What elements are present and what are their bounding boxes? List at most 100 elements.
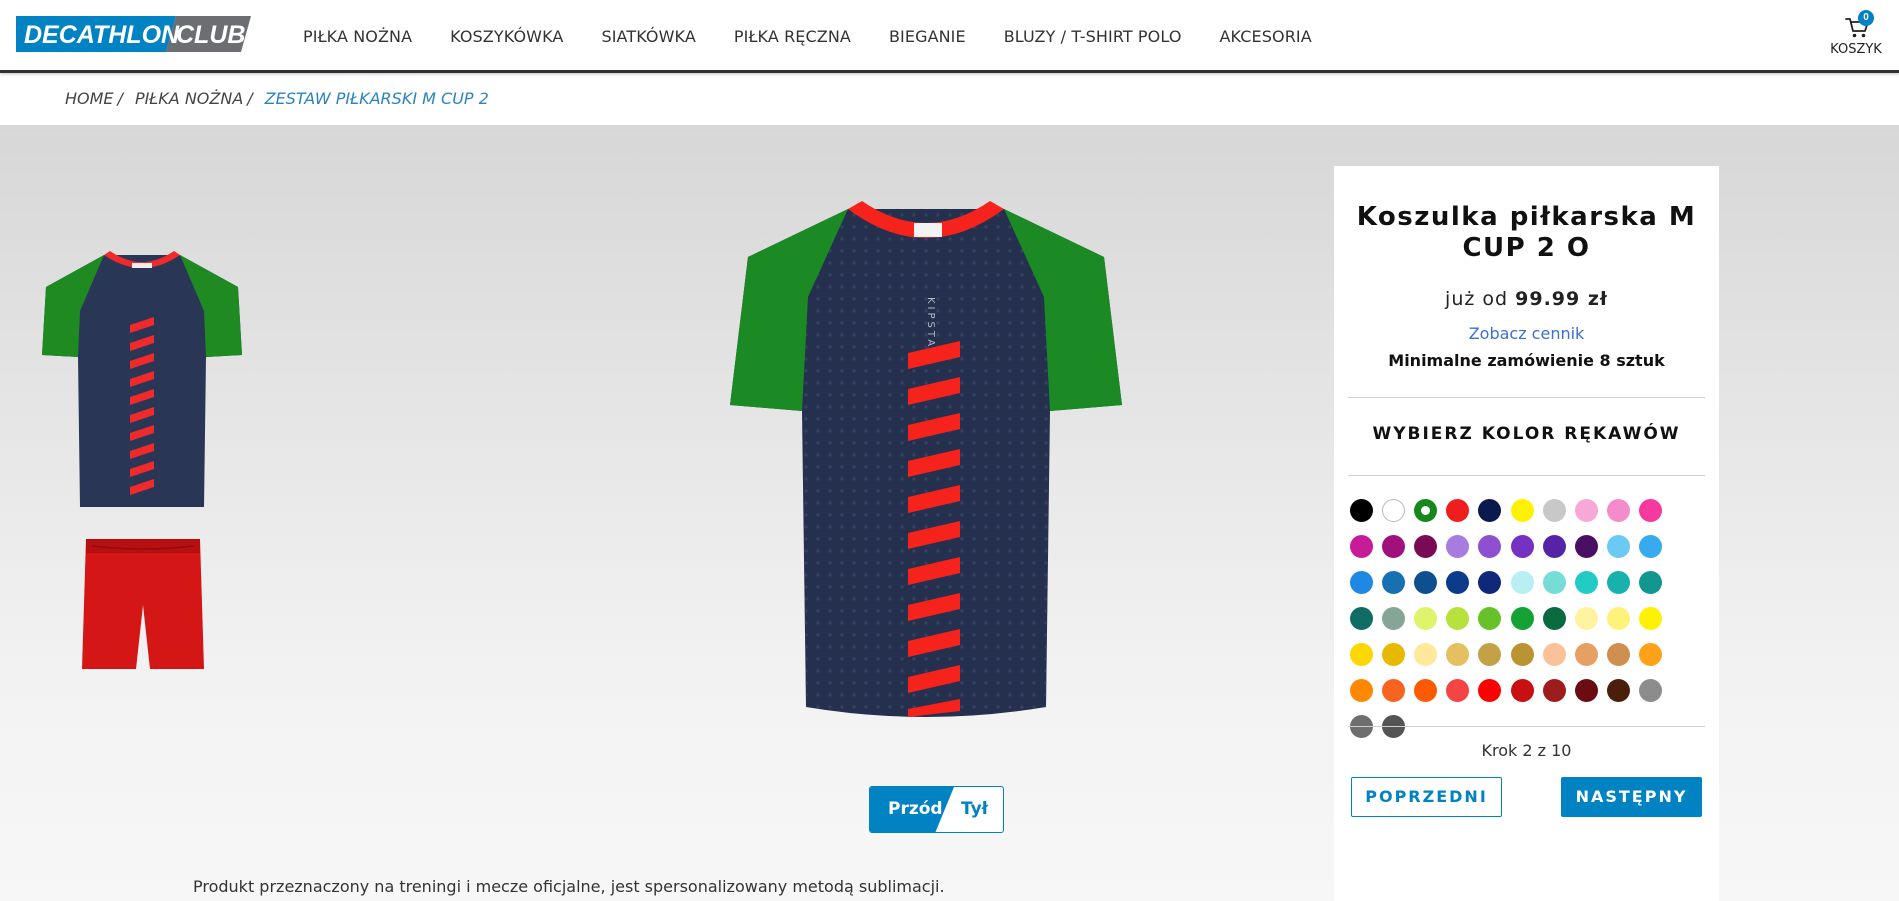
color-swatch[interactable] [1478, 643, 1502, 666]
configurator-panel: Koszulka piłkarska M CUP 2 O już od 99.9… [1334, 166, 1719, 901]
breadcrumb-bar: HOME / PIŁKA NOŻNA / ZESTAW PIŁKARSKI M … [0, 73, 1899, 125]
color-swatch[interactable] [1574, 571, 1598, 594]
price-line: już od 99.99 zł [1334, 288, 1719, 310]
breadcrumb: HOME / PIŁKA NOŻNA / ZESTAW PIŁKARSKI M … [65, 89, 489, 108]
color-swatch[interactable] [1510, 571, 1534, 594]
color-swatch[interactable] [1478, 499, 1502, 522]
price-value: 99.99 zł [1515, 288, 1608, 310]
breadcrumb-pilka-nozna[interactable]: PIŁKA NOŻNA [135, 89, 243, 108]
next-button[interactable]: NASTĘPNY [1561, 777, 1702, 817]
previous-button[interactable]: POPRZEDNI [1351, 777, 1502, 817]
color-swatch[interactable] [1350, 607, 1373, 630]
product-title: Koszulka piłkarska M CUP 2 O [1356, 202, 1697, 263]
decathlon-club-logo[interactable]: DECATHLON CLUB [16, 16, 251, 52]
color-swatch[interactable] [1638, 571, 1662, 594]
color-swatch[interactable] [1382, 571, 1406, 594]
svg-text:CLUB: CLUB [176, 21, 245, 49]
thumbnail-shirt[interactable] [42, 245, 242, 515]
color-swatch[interactable] [1414, 535, 1438, 558]
site-header: DECATHLON CLUB PIŁKA NOŻNA KOSZYKÓWKA SI… [0, 0, 1899, 73]
color-swatch[interactable] [1542, 535, 1566, 558]
color-swatch[interactable] [1478, 571, 1502, 594]
color-swatch[interactable] [1574, 607, 1598, 630]
cart-count-badge: 0 [1858, 10, 1874, 26]
section-title: WYBIERZ KOLOR RĘKAWÓW [1372, 424, 1681, 444]
color-swatch[interactable] [1414, 571, 1438, 594]
svg-text:DECATHLON: DECATHLON [24, 21, 180, 49]
color-swatch[interactable] [1542, 571, 1566, 594]
color-swatch[interactable] [1574, 679, 1598, 702]
color-swatch[interactable] [1542, 643, 1566, 666]
color-swatch[interactable] [1350, 643, 1373, 666]
color-swatch[interactable] [1382, 535, 1406, 558]
divider [1348, 726, 1705, 727]
color-swatch[interactable] [1478, 607, 1502, 630]
color-swatch[interactable] [1638, 607, 1662, 630]
nav-item-koszykowka[interactable]: KOSZYKÓWKA [450, 27, 563, 46]
color-swatch[interactable] [1414, 679, 1438, 702]
min-order-text: Minimalne zamówienie 8 sztuk [1388, 351, 1665, 370]
cart-button[interactable]: 0 KOSZYK [1829, 10, 1883, 62]
color-swatch[interactable] [1382, 679, 1406, 702]
color-swatch[interactable] [1350, 499, 1373, 522]
color-swatch[interactable] [1510, 607, 1534, 630]
nav-item-siatkowka[interactable]: SIATKÓWKA [601, 27, 695, 46]
step-indicator: Krok 2 z 10 [1481, 741, 1572, 760]
nav-item-pilka-reczna[interactable]: PIŁKA RĘCZNA [734, 27, 851, 46]
color-swatch[interactable] [1446, 535, 1470, 558]
color-swatch[interactable] [1350, 535, 1373, 558]
color-swatch[interactable] [1574, 499, 1598, 522]
thumbnail-shorts[interactable] [78, 535, 208, 675]
svg-text:KIPSTA: KIPSTA [925, 297, 936, 349]
color-swatch[interactable] [1478, 535, 1502, 558]
nav-item-bluzy-tshirt-polo[interactable]: BLUZY / T-SHIRT POLO [1004, 27, 1182, 46]
color-swatch[interactable] [1382, 499, 1406, 522]
color-swatch[interactable] [1638, 499, 1662, 522]
nav-item-pilka-nozna[interactable]: PIŁKA NOŻNA [303, 27, 412, 46]
color-swatch[interactable] [1606, 679, 1630, 702]
color-swatch[interactable] [1350, 679, 1373, 702]
nav-item-akcesoria[interactable]: AKCESORIA [1220, 27, 1312, 46]
color-swatch[interactable] [1446, 679, 1470, 702]
color-swatch[interactable] [1414, 643, 1438, 666]
color-swatch[interactable] [1414, 499, 1438, 522]
view-front-button[interactable]: Przód [870, 787, 954, 832]
color-swatch[interactable] [1606, 643, 1630, 666]
color-swatch[interactable] [1510, 535, 1534, 558]
color-swatch[interactable] [1542, 679, 1566, 702]
cart-label: KOSZYK [1830, 42, 1882, 57]
color-swatch[interactable] [1382, 643, 1406, 666]
product-description: Produkt przeznaczony na treningi i mecze… [193, 877, 945, 896]
color-swatch[interactable] [1350, 571, 1373, 594]
color-swatch[interactable] [1414, 607, 1438, 630]
divider [1348, 475, 1705, 476]
breadcrumb-home[interactable]: HOME [65, 89, 114, 108]
view-back-button[interactable]: Tył [943, 787, 1003, 832]
price-prefix: już od [1445, 288, 1509, 310]
color-swatch[interactable] [1606, 607, 1630, 630]
color-swatch[interactable] [1638, 535, 1662, 558]
color-swatch[interactable] [1638, 679, 1662, 702]
color-swatch[interactable] [1606, 499, 1630, 522]
color-swatch[interactable] [1446, 643, 1470, 666]
color-swatch[interactable] [1446, 499, 1470, 522]
breadcrumb-current: ZESTAW PIŁKARSKI M CUP 2 [264, 89, 489, 108]
view-toggle: Przód Tył [869, 786, 1004, 833]
nav-item-bieganie[interactable]: BIEGANIE [889, 27, 966, 46]
main-nav: PIŁKA NOŻNA KOSZYKÓWKA SIATKÓWKA PIŁKA R… [303, 0, 1350, 72]
pricelist-link[interactable]: Zobacz cennik [1334, 324, 1719, 343]
color-swatch[interactable] [1382, 607, 1406, 630]
color-swatch[interactable] [1478, 679, 1502, 702]
color-swatch[interactable] [1446, 571, 1470, 594]
color-swatch[interactable] [1542, 607, 1566, 630]
color-swatch[interactable] [1574, 643, 1598, 666]
color-swatch[interactable] [1510, 499, 1534, 522]
color-swatch[interactable] [1446, 607, 1470, 630]
color-swatch[interactable] [1542, 499, 1566, 522]
color-swatch[interactable] [1510, 643, 1534, 666]
color-swatch[interactable] [1510, 679, 1534, 702]
color-swatch[interactable] [1606, 535, 1630, 558]
color-swatch[interactable] [1606, 571, 1630, 594]
color-swatch[interactable] [1574, 535, 1598, 558]
color-swatch[interactable] [1638, 643, 1662, 666]
